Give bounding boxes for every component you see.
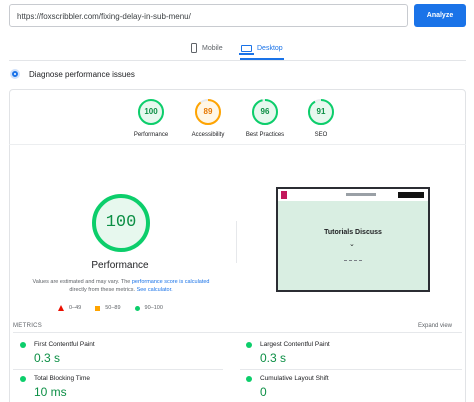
- page-screenshot: Tutorials Discuss ⌄: [276, 187, 430, 292]
- score-value: 100: [144, 107, 158, 116]
- diagnose-label: Diagnose performance issues: [29, 69, 135, 79]
- legend-poor: 0–49: [69, 305, 82, 311]
- screenshot-nav-links: [346, 193, 376, 196]
- metric-value: 10 ms: [34, 385, 67, 399]
- score-gauge-best-practices[interactable]: 96 Best Practices: [235, 98, 295, 138]
- metric-value: 0.3 s: [260, 351, 287, 365]
- pass-circle-icon: [20, 341, 26, 348]
- metric-label: Total Blocking Time: [34, 375, 90, 382]
- tab-desktop[interactable]: Desktop: [239, 41, 283, 55]
- score-gauge-seo[interactable]: 91 SEO: [291, 98, 351, 138]
- performance-title: Performance: [91, 260, 149, 271]
- metric-label: First Contentful Paint: [34, 341, 95, 348]
- tab-mobile[interactable]: Mobile: [191, 41, 223, 55]
- average-square-icon: [95, 305, 101, 311]
- expand-view-button[interactable]: Expand view: [418, 323, 452, 329]
- metric-tbt: Total Blocking Time 10 ms: [20, 375, 220, 399]
- score-label: SEO: [314, 132, 328, 138]
- performance-gauge-large: 100: [90, 192, 152, 254]
- legend-average: 50–89: [105, 305, 121, 311]
- pass-circle-icon: [246, 375, 252, 382]
- metric-label: Cumulative Layout Shift: [260, 375, 329, 382]
- score-label: Best Practices: [245, 132, 285, 138]
- metric-fcp: First Contentful Paint 0.3 s: [20, 341, 220, 365]
- phone-icon: [191, 43, 197, 53]
- pass-circle-icon: [246, 341, 252, 348]
- tab-divider: [9, 60, 466, 61]
- radio-dot-icon: [10, 69, 20, 79]
- diagnose-header: Diagnose performance issues: [10, 69, 135, 79]
- metric-lcp: Largest Contentful Paint 0.3 s: [246, 341, 446, 365]
- score-ring: 91: [307, 98, 335, 126]
- note-mid: directly from these metrics.: [69, 287, 136, 293]
- score-ring: 96: [251, 98, 279, 126]
- tab-mobile-label: Mobile: [202, 44, 223, 52]
- screenshot-dashed-line: [344, 260, 362, 261]
- site-logo: [281, 191, 287, 199]
- score-label: Accessibility: [191, 132, 225, 138]
- performance-score-large: 100: [105, 213, 137, 232]
- see-calculator-link[interactable]: See calculator.: [137, 287, 173, 293]
- screenshot-hero-text: Tutorials Discuss: [324, 229, 382, 236]
- pass-circle-icon: [20, 375, 26, 382]
- fail-triangle-icon: [58, 305, 64, 311]
- score-value: 89: [203, 107, 213, 116]
- metric-value: 0: [260, 385, 267, 399]
- chevron-down-icon: ⌄: [349, 241, 355, 248]
- metrics-header: METRICS: [13, 323, 43, 329]
- vertical-divider: [236, 221, 237, 263]
- score-ring: 89: [194, 98, 222, 126]
- score-value: 91: [316, 107, 326, 116]
- score-gauge-accessibility[interactable]: 89 Accessibility: [178, 98, 238, 138]
- metric-row-divider: [240, 369, 462, 370]
- pass-circle-icon: [134, 305, 140, 311]
- score-calculated-link[interactable]: performance score is calculated: [132, 279, 210, 285]
- score-label: Performance: [133, 132, 169, 138]
- score-legend: 0–49 50–89 90–100: [58, 305, 163, 311]
- performance-note: Values are estimated and may vary. The p…: [18, 278, 224, 294]
- score-value: 96: [260, 107, 270, 116]
- desktop-icon: [239, 44, 254, 55]
- metric-label: Largest Contentful Paint: [260, 341, 330, 348]
- score-gauge-performance[interactable]: 100 Performance: [121, 98, 181, 138]
- analyze-button[interactable]: Analyze: [414, 4, 466, 27]
- metric-value: 0.3 s: [34, 351, 61, 365]
- screenshot-navbar: [278, 189, 428, 201]
- score-ring: 100: [137, 98, 165, 126]
- metric-cls: Cumulative Layout Shift 0: [246, 375, 446, 399]
- gauges-divider: [9, 144, 466, 145]
- metric-row-divider: [13, 369, 223, 370]
- legend-good: 90–100: [144, 305, 163, 311]
- metrics-divider: [13, 332, 462, 333]
- url-input[interactable]: https://foxscribbler.com/fixing-delay-in…: [9, 4, 408, 27]
- tab-desktop-label: Desktop: [257, 44, 283, 52]
- note-prefix: Values are estimated and may vary. The: [32, 279, 131, 285]
- screenshot-nav-button: [398, 192, 424, 198]
